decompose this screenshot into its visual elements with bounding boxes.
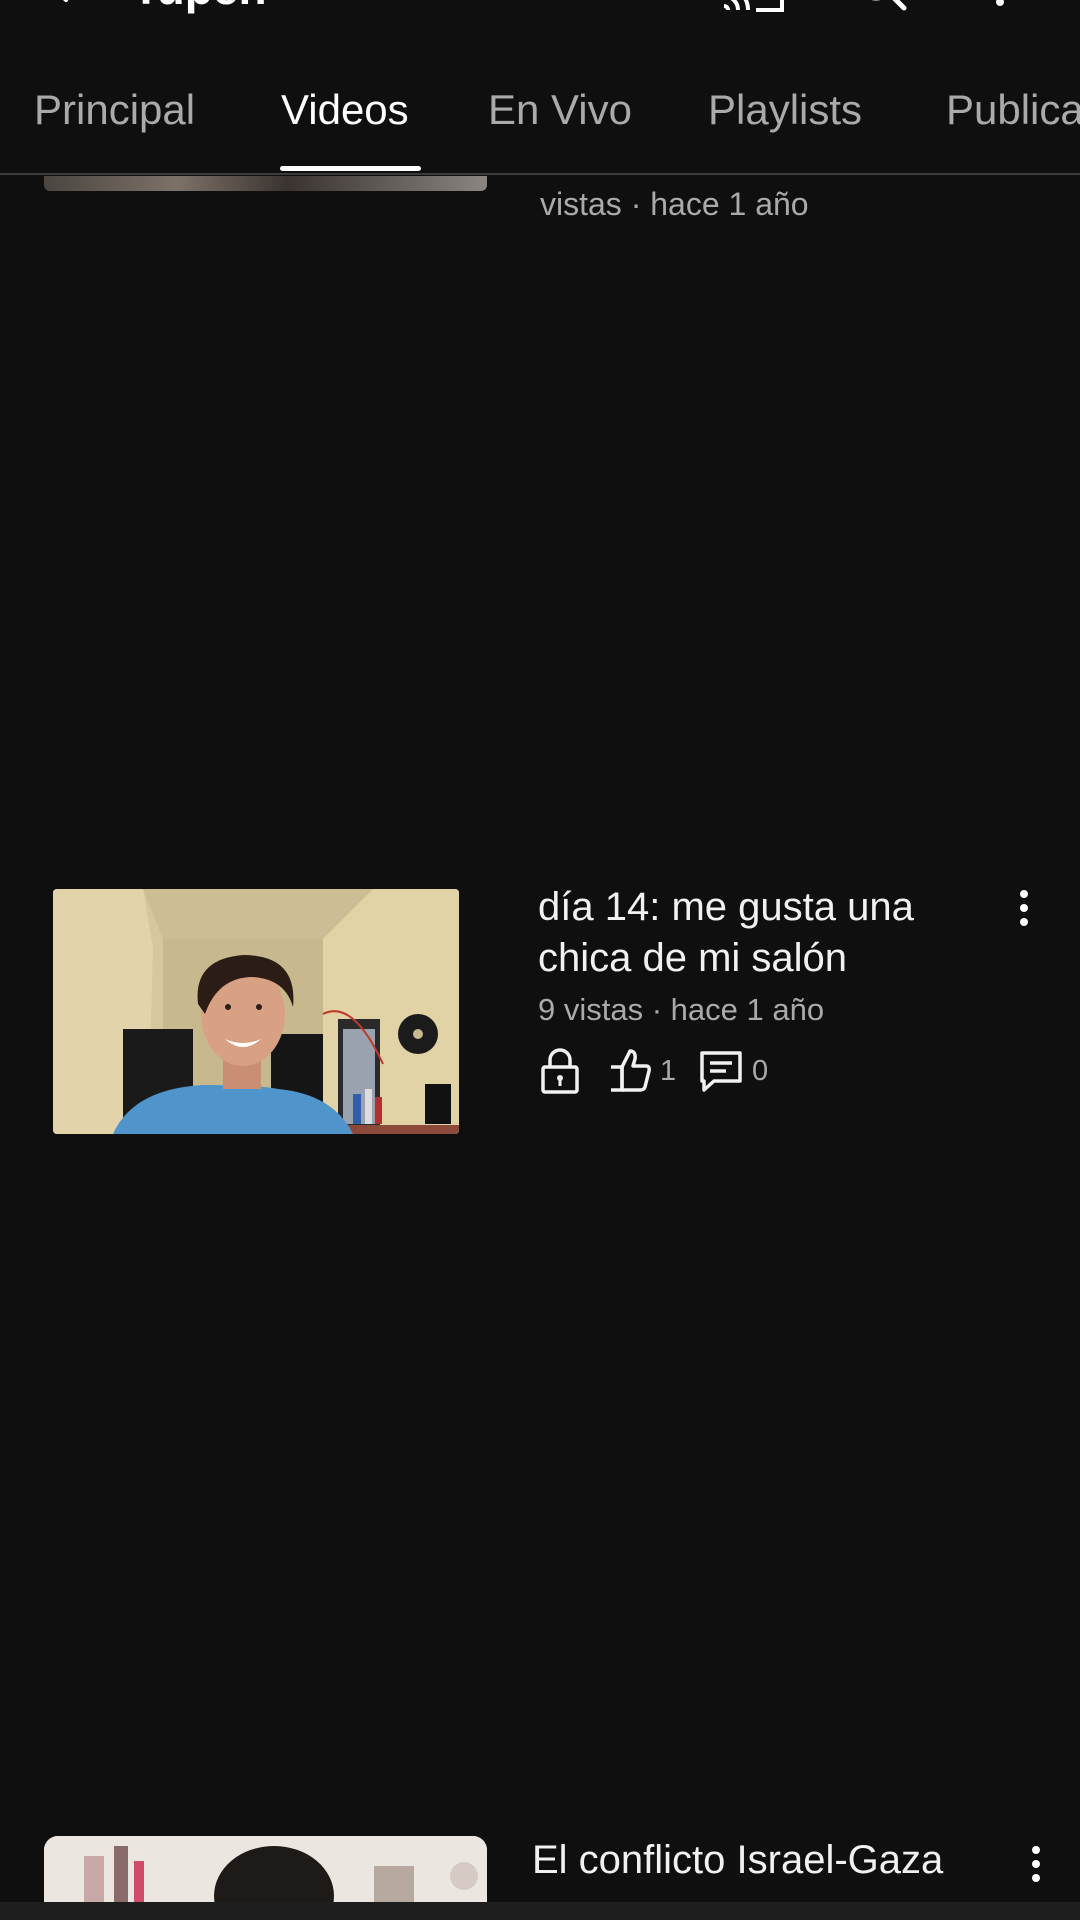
bottom-navigation-edge [0, 1902, 1080, 1920]
comment-count: 0 [752, 1055, 769, 1087]
video-meta: 9 vistas · hace 1 año [538, 992, 825, 1027]
video-more-options-icon[interactable] [1014, 886, 1034, 930]
previous-video-thumbnail[interactable] [44, 176, 487, 191]
next-video-more-options-icon[interactable] [1026, 1842, 1046, 1886]
previous-video-meta-container: vistas · hace 1 año [540, 178, 1000, 216]
tab-videos[interactable]: Videos [281, 86, 409, 134]
more-vert-icon[interactable] [990, 0, 1010, 14]
back-icon[interactable] [40, 0, 80, 6]
channel-title: Tupen [132, 0, 267, 16]
tab-publicaciones[interactable]: Publica [946, 86, 1080, 134]
active-tab-indicator [280, 166, 421, 171]
channel-videos-screen: Tupen Principal Videos En Vivo Playlists… [0, 0, 1080, 1920]
tab-principal[interactable]: Principal [34, 86, 195, 134]
tab-en-vivo[interactable]: En Vivo [488, 86, 632, 134]
thumbnail-image [53, 889, 459, 1134]
video-list-item[interactable]: día 14: me gusta una chica de mi salón 9… [0, 880, 1080, 1140]
lock-icon [541, 1048, 579, 1094]
top-app-bar: Tupen [0, 0, 1080, 20]
video-title[interactable]: día 14: me gusta una chica de mi salón [538, 882, 978, 984]
previous-video-meta: vistas · hace 1 año [540, 186, 809, 216]
search-icon[interactable] [850, 0, 910, 12]
cast-icon[interactable] [720, 0, 790, 14]
channel-tabs: Principal Videos En Vivo Playlists Publi… [0, 60, 1080, 175]
video-thumbnail[interactable] [53, 889, 459, 1134]
next-video-title[interactable]: El conflicto Israel-Gaza [532, 1838, 943, 1883]
tab-playlists[interactable]: Playlists [708, 86, 862, 134]
comment-icon [700, 1051, 742, 1092]
like-count: 1 [660, 1055, 677, 1087]
thumbs-up-icon [611, 1049, 651, 1092]
